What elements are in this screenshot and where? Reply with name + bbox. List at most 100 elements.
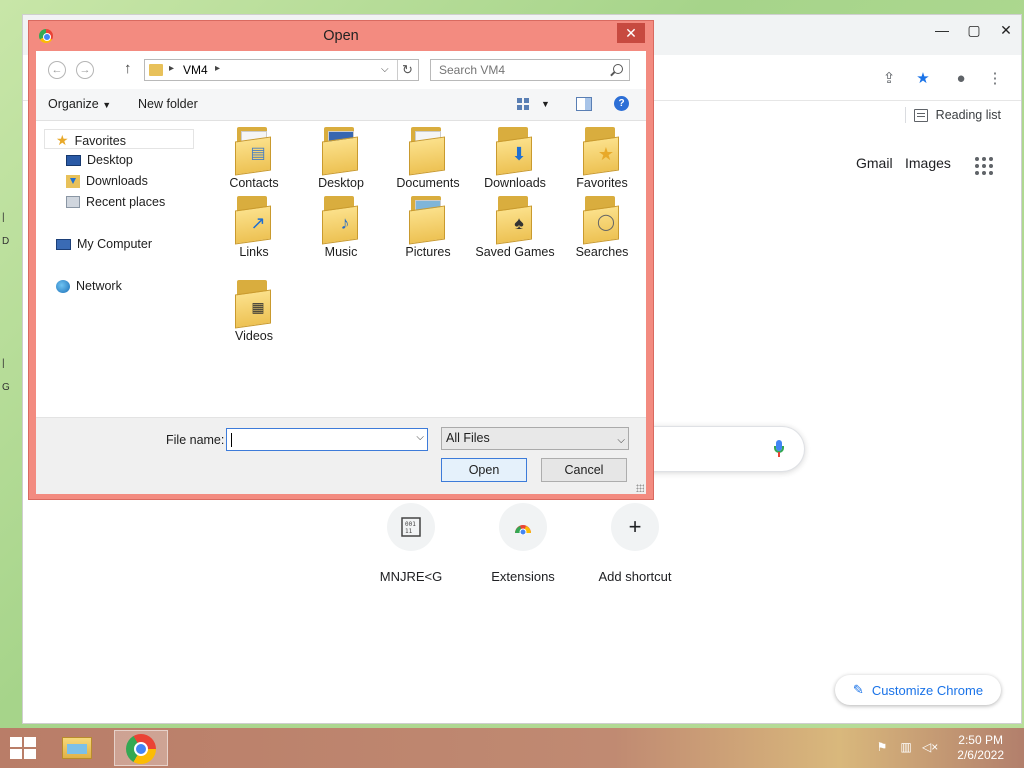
search-box[interactable] [430,59,630,81]
search-icon[interactable] [613,64,623,74]
address-row: ← → ↑ ▸ VM4 ▸ ⌵ ↻ [36,51,646,89]
preview-pane-icon[interactable] [576,97,592,111]
file-type-value: All Files [446,431,490,445]
file-label: Searches [575,245,629,259]
chevron-down-icon[interactable]: ⌵ [617,430,625,451]
text-caret [231,433,232,447]
folder-favorites[interactable]: ★ Favorites [558,121,646,191]
system-clock[interactable]: 2:50 PM 2/6/2022 [957,733,1004,763]
address-bar[interactable]: ▸ VM4 ▸ ⌵ ↻ [144,59,419,81]
minimize-icon[interactable]: — [927,19,957,41]
file-list: ▤ Contacts Desktop Documents ⬇ Downloads… [208,121,646,417]
nav-item-recent-places[interactable]: Recent places [66,195,165,209]
recent-places-icon [66,196,80,208]
refresh-icon[interactable]: ↻ [397,60,417,80]
view-options-chevron-icon[interactable]: ▼ [541,99,550,109]
file-label: Contacts [229,176,279,190]
nav-item-downloads[interactable]: Downloads [66,174,148,188]
organize-button[interactable]: Organize ▼ [48,97,111,111]
nav-item-favorites[interactable]: ★ Favorites [56,132,126,149]
forward-icon[interactable]: → [76,61,94,79]
desktop-icon-fragment[interactable]: G [2,382,12,393]
open-button[interactable]: Open [441,458,527,482]
desktop-icon-fragment[interactable]: D [2,236,12,247]
clock-time: 2:50 PM [958,733,1003,747]
shortcut-tile[interactable]: Extensions [468,503,578,584]
nav-item-my-computer[interactable]: My Computer [56,237,152,251]
reading-list-label: Reading list [935,108,1001,122]
nav-item-desktop[interactable]: Desktop [66,153,133,167]
organize-label: Organize [48,97,99,111]
search-input[interactable] [431,60,601,80]
nav-item-network[interactable]: Network [56,279,122,293]
action-center-flag-icon[interactable]: ⚑ [874,740,890,756]
plus-icon: + [611,503,659,551]
shortcut-tile[interactable]: 001 11 MNJRE<G [356,503,466,584]
add-shortcut-tile[interactable]: + Add shortcut [580,503,690,584]
share-icon[interactable]: ⇪ [879,69,899,89]
folder-saved-games[interactable]: ♠ Saved Games [471,190,559,260]
network-status-icon[interactable]: ▥ [898,740,914,756]
profile-avatar-icon[interactable]: ● [951,69,971,89]
bookmark-star-icon[interactable]: ★ [913,69,933,89]
maximize-icon[interactable]: ▢ [959,19,989,41]
address-path[interactable]: VM4 [183,63,208,77]
up-arrow-icon[interactable]: ↑ [124,60,132,77]
chrome-icon [126,734,156,764]
images-link[interactable]: Images [905,155,951,171]
file-name-combobox[interactable]: ⌵ [226,428,428,451]
file-type-select[interactable]: All Files ⌵ [441,427,629,450]
pencil-icon: ✎ [852,682,864,697]
desktop-icon-fragment[interactable]: | [2,358,12,369]
shortcut-label: MNJRE<G [379,569,443,584]
folder-pictures[interactable]: Pictures [384,190,472,260]
saved-games-folder-icon: ♠ [496,196,534,245]
svg-text:11: 11 [405,528,413,535]
folder-downloads[interactable]: ⬇ Downloads [471,121,559,191]
folder-videos[interactable]: ▦ Videos [210,274,298,344]
google-apps-icon[interactable] [975,157,993,175]
customize-chrome-button[interactable]: ✎ Customize Chrome [835,675,1001,705]
cancel-button[interactable]: Cancel [541,458,627,482]
resize-grip-icon[interactable] [636,484,644,492]
network-icon [56,279,70,293]
chevron-right-icon[interactable]: ▸ [169,63,174,74]
file-label: Pictures [405,245,451,259]
menu-kebab-icon[interactable]: ⋮ [985,69,1005,89]
searches-folder-icon: ◯ [583,196,621,245]
microphone-icon[interactable] [774,440,784,460]
file-name-input[interactable] [227,429,407,450]
chevron-down-icon[interactable]: ⌵ [416,432,424,443]
windows-start-icon[interactable] [10,737,38,761]
shortcut-label: Extensions [491,569,555,584]
shortcut-label: Add shortcut [598,569,672,584]
folder-contacts[interactable]: ▤ Contacts [210,121,298,191]
chevron-down-icon[interactable]: ⌵ [381,64,389,75]
close-icon[interactable]: ✕ [617,23,645,43]
file-label: Saved Games [475,245,555,259]
reading-list-icon [913,108,928,122]
back-icon[interactable]: ← [48,61,66,79]
gmail-link[interactable]: Gmail [856,155,893,171]
taskbar-chrome[interactable] [114,730,168,766]
nav-item-label: Downloads [86,174,148,188]
chevron-right-icon[interactable]: ▸ [215,63,220,74]
taskbar-file-explorer[interactable] [50,730,104,766]
reading-list-button[interactable]: Reading list [904,107,1001,123]
desktop-icon-fragment[interactable]: | [2,212,12,223]
change-view-icon[interactable] [516,97,532,111]
clock-date: 2/6/2022 [957,748,1004,762]
close-icon[interactable]: ✕ [991,19,1021,41]
contacts-folder-icon: ▤ [235,127,273,176]
downloads-icon [66,174,80,188]
folder-searches[interactable]: ◯ Searches [558,190,646,260]
computer-icon [56,238,71,250]
volume-muted-icon[interactable]: ◁× [922,740,938,756]
help-icon[interactable]: ? [614,96,629,111]
file-label: Documents [396,176,460,190]
folder-documents[interactable]: Documents [384,121,472,191]
folder-music[interactable]: ♪ Music [297,190,385,260]
folder-desktop[interactable]: Desktop [297,121,385,191]
new-folder-button[interactable]: New folder [138,97,198,111]
folder-links[interactable]: ↗ Links [210,190,298,260]
